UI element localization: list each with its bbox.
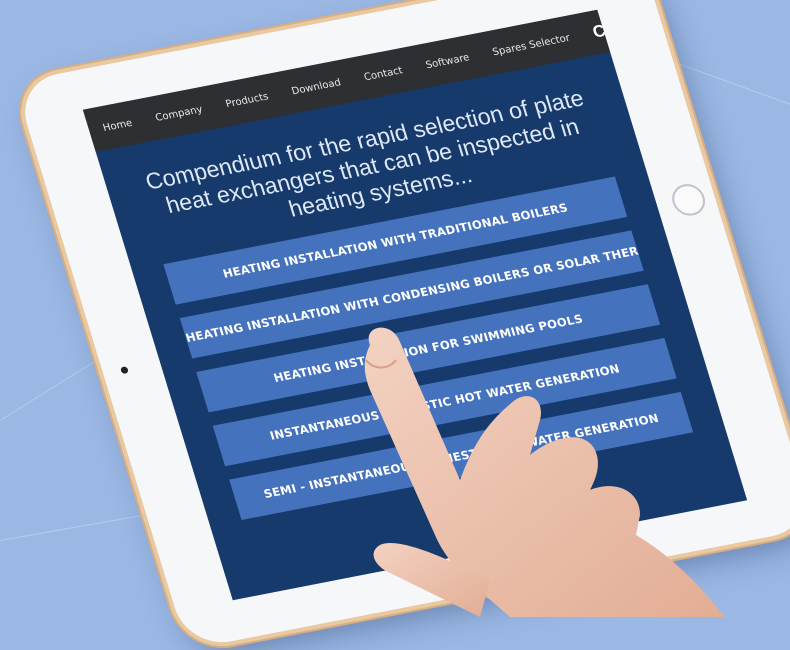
nav-company-link[interactable]: Company	[154, 104, 204, 124]
nav-software-link[interactable]: Software	[424, 52, 471, 71]
nav-download-link[interactable]: Download	[290, 77, 342, 97]
nav-spares-selector-link[interactable]: Spares Selector	[491, 32, 571, 58]
pointing-hand-image	[364, 327, 725, 617]
home-button[interactable]	[668, 181, 710, 219]
nav-contact-link[interactable]: Contact	[363, 65, 404, 83]
nav-products-link[interactable]: Products	[224, 91, 270, 110]
brand-logo[interactable]: CIPRIANI	[590, 10, 673, 43]
camera-icon	[120, 366, 129, 375]
nav-home-link[interactable]: Home	[101, 117, 133, 133]
